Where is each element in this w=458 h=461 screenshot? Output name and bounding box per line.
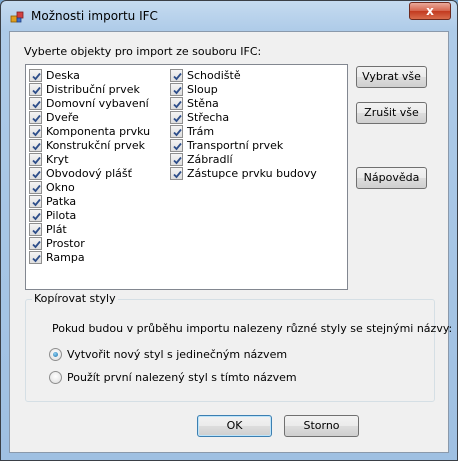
object-label: Sloup [187, 82, 218, 96]
objects-checklist[interactable]: Deska Distribuční prvek Domovní vybavení Dv… [25, 64, 348, 290]
checkbox-checked-icon[interactable] [29, 152, 42, 166]
checkbox-checked-icon[interactable] [29, 82, 42, 96]
object-checkbox-item[interactable]: Trám [170, 124, 317, 138]
object-checkbox-item[interactable]: Střecha [170, 110, 317, 124]
object-label: Deska [46, 68, 80, 82]
object-checkbox-item[interactable]: Stěna [170, 96, 317, 110]
checkbox-checked-icon[interactable] [29, 110, 42, 124]
help-button[interactable]: Nápověda [356, 167, 427, 189]
object-checkbox-item[interactable]: Patka [29, 194, 150, 208]
copy-styles-description: Pokud budou v průběhu importu nalezeny r… [52, 322, 453, 335]
copy-styles-legend: Kopírovat styly [32, 292, 118, 305]
copy-styles-group: Kopírovat styly Pokud budou v průběhu im… [25, 292, 452, 402]
object-checkbox-item[interactable]: Zábradlí [170, 152, 317, 166]
objects-column-1: Deska Distribuční prvek Domovní vybavení Dv… [29, 68, 150, 264]
checkbox-checked-icon[interactable] [29, 138, 42, 152]
object-checkbox-item[interactable]: Distribuční prvek [29, 82, 150, 96]
select-all-button[interactable]: Vybrat vše [356, 66, 427, 88]
object-label: Konstrukční prvek [46, 138, 145, 152]
radio-use-first-style[interactable]: Použít první nalezený styl s tímto názve… [49, 371, 297, 384]
object-label: Pilota [46, 208, 77, 222]
checkbox-checked-icon[interactable] [29, 124, 42, 138]
ok-button[interactable]: OK [197, 415, 272, 437]
object-label: Střecha [187, 110, 230, 124]
checkbox-checked-icon[interactable] [29, 68, 42, 82]
object-label: Prostor [46, 236, 85, 250]
object-label: Dveře [46, 110, 79, 124]
checkbox-checked-icon[interactable] [29, 166, 42, 180]
checkbox-checked-icon[interactable] [29, 96, 42, 110]
object-label: Okno [46, 180, 75, 194]
object-checkbox-item[interactable]: Rampa [29, 250, 150, 264]
object-checkbox-item[interactable]: Domovní vybavení [29, 96, 150, 110]
radio-button[interactable] [49, 371, 62, 384]
checkbox-checked-icon[interactable] [170, 166, 183, 180]
checkbox-checked-icon[interactable] [170, 96, 183, 110]
object-checkbox-item[interactable]: Konstrukční prvek [29, 138, 150, 152]
object-label: Plát [46, 222, 67, 236]
radio-button[interactable] [49, 348, 62, 361]
checkbox-checked-icon[interactable] [29, 208, 42, 222]
object-label: Patka [46, 194, 77, 208]
object-label: Komponenta prvku [46, 124, 151, 138]
window-title: Možnosti importu IFC [31, 9, 158, 23]
checkbox-checked-icon[interactable] [29, 222, 42, 236]
radio-create-new-style[interactable]: Vytvořit nový styl s jedinečným názvem [49, 348, 287, 361]
object-checkbox-item[interactable]: Transportní prvek [170, 138, 317, 152]
checkbox-checked-icon[interactable] [170, 138, 183, 152]
object-label: Zástupce prvku budovy [187, 166, 317, 180]
clear-all-button[interactable]: Zrušit vše [356, 102, 427, 124]
object-label: Distribuční prvek [46, 82, 140, 96]
radio-label: Použít první nalezený styl s tímto názve… [67, 371, 297, 384]
checkbox-checked-icon[interactable] [170, 82, 183, 96]
object-checkbox-item[interactable]: Komponenta prvku [29, 124, 150, 138]
dialog-window: Možnosti importu IFC x Vyberte objekty p… [0, 0, 458, 461]
cancel-button[interactable]: Storno [284, 415, 359, 437]
close-button[interactable]: x [409, 2, 451, 20]
object-label: Transportní prvek [187, 138, 284, 152]
app-icon [9, 9, 25, 25]
title-bar[interactable]: Možnosti importu IFC x [1, 1, 457, 31]
objects-column-2: Schodiště Sloup Stěna Střecha Trám Transportn… [170, 68, 317, 180]
object-checkbox-item[interactable]: Okno [29, 180, 150, 194]
object-checkbox-item[interactable]: Kryt [29, 152, 150, 166]
object-label: Zábradlí [187, 152, 233, 166]
object-label: Trám [187, 124, 215, 138]
object-label: Rampa [46, 250, 85, 264]
object-label: Obvodový plášť [46, 166, 132, 180]
checkbox-checked-icon[interactable] [170, 124, 183, 138]
radio-label: Vytvořit nový styl s jedinečným názvem [67, 348, 288, 361]
close-icon: x [426, 4, 434, 18]
object-label: Schodiště [187, 68, 241, 82]
checkbox-checked-icon[interactable] [29, 250, 42, 264]
checkbox-checked-icon[interactable] [29, 236, 42, 250]
checkbox-checked-icon[interactable] [170, 68, 183, 82]
checkbox-checked-icon[interactable] [170, 152, 183, 166]
checkbox-checked-icon[interactable] [29, 194, 42, 208]
intro-label: Vyberte objekty pro import ze souboru IF… [24, 45, 262, 58]
checkbox-checked-icon[interactable] [29, 180, 42, 194]
object-checkbox-item[interactable]: Schodiště [170, 68, 317, 82]
object-checkbox-item[interactable]: Obvodový plášť [29, 166, 150, 180]
object-checkbox-item[interactable]: Pilota [29, 208, 150, 222]
object-checkbox-item[interactable]: Sloup [170, 82, 317, 96]
object-checkbox-item[interactable]: Zástupce prvku budovy [170, 166, 317, 180]
object-checkbox-item[interactable]: Prostor [29, 236, 150, 250]
object-label: Domovní vybavení [46, 96, 149, 110]
object-checkbox-item[interactable]: Plát [29, 222, 150, 236]
object-label: Stěna [187, 96, 219, 110]
dialog-body: Vyberte objekty pro import ze souboru IF… [9, 31, 452, 453]
object-checkbox-item[interactable]: Deska [29, 68, 150, 82]
object-label: Kryt [46, 152, 69, 166]
checkbox-checked-icon[interactable] [170, 110, 183, 124]
object-checkbox-item[interactable]: Dveře [29, 110, 150, 124]
